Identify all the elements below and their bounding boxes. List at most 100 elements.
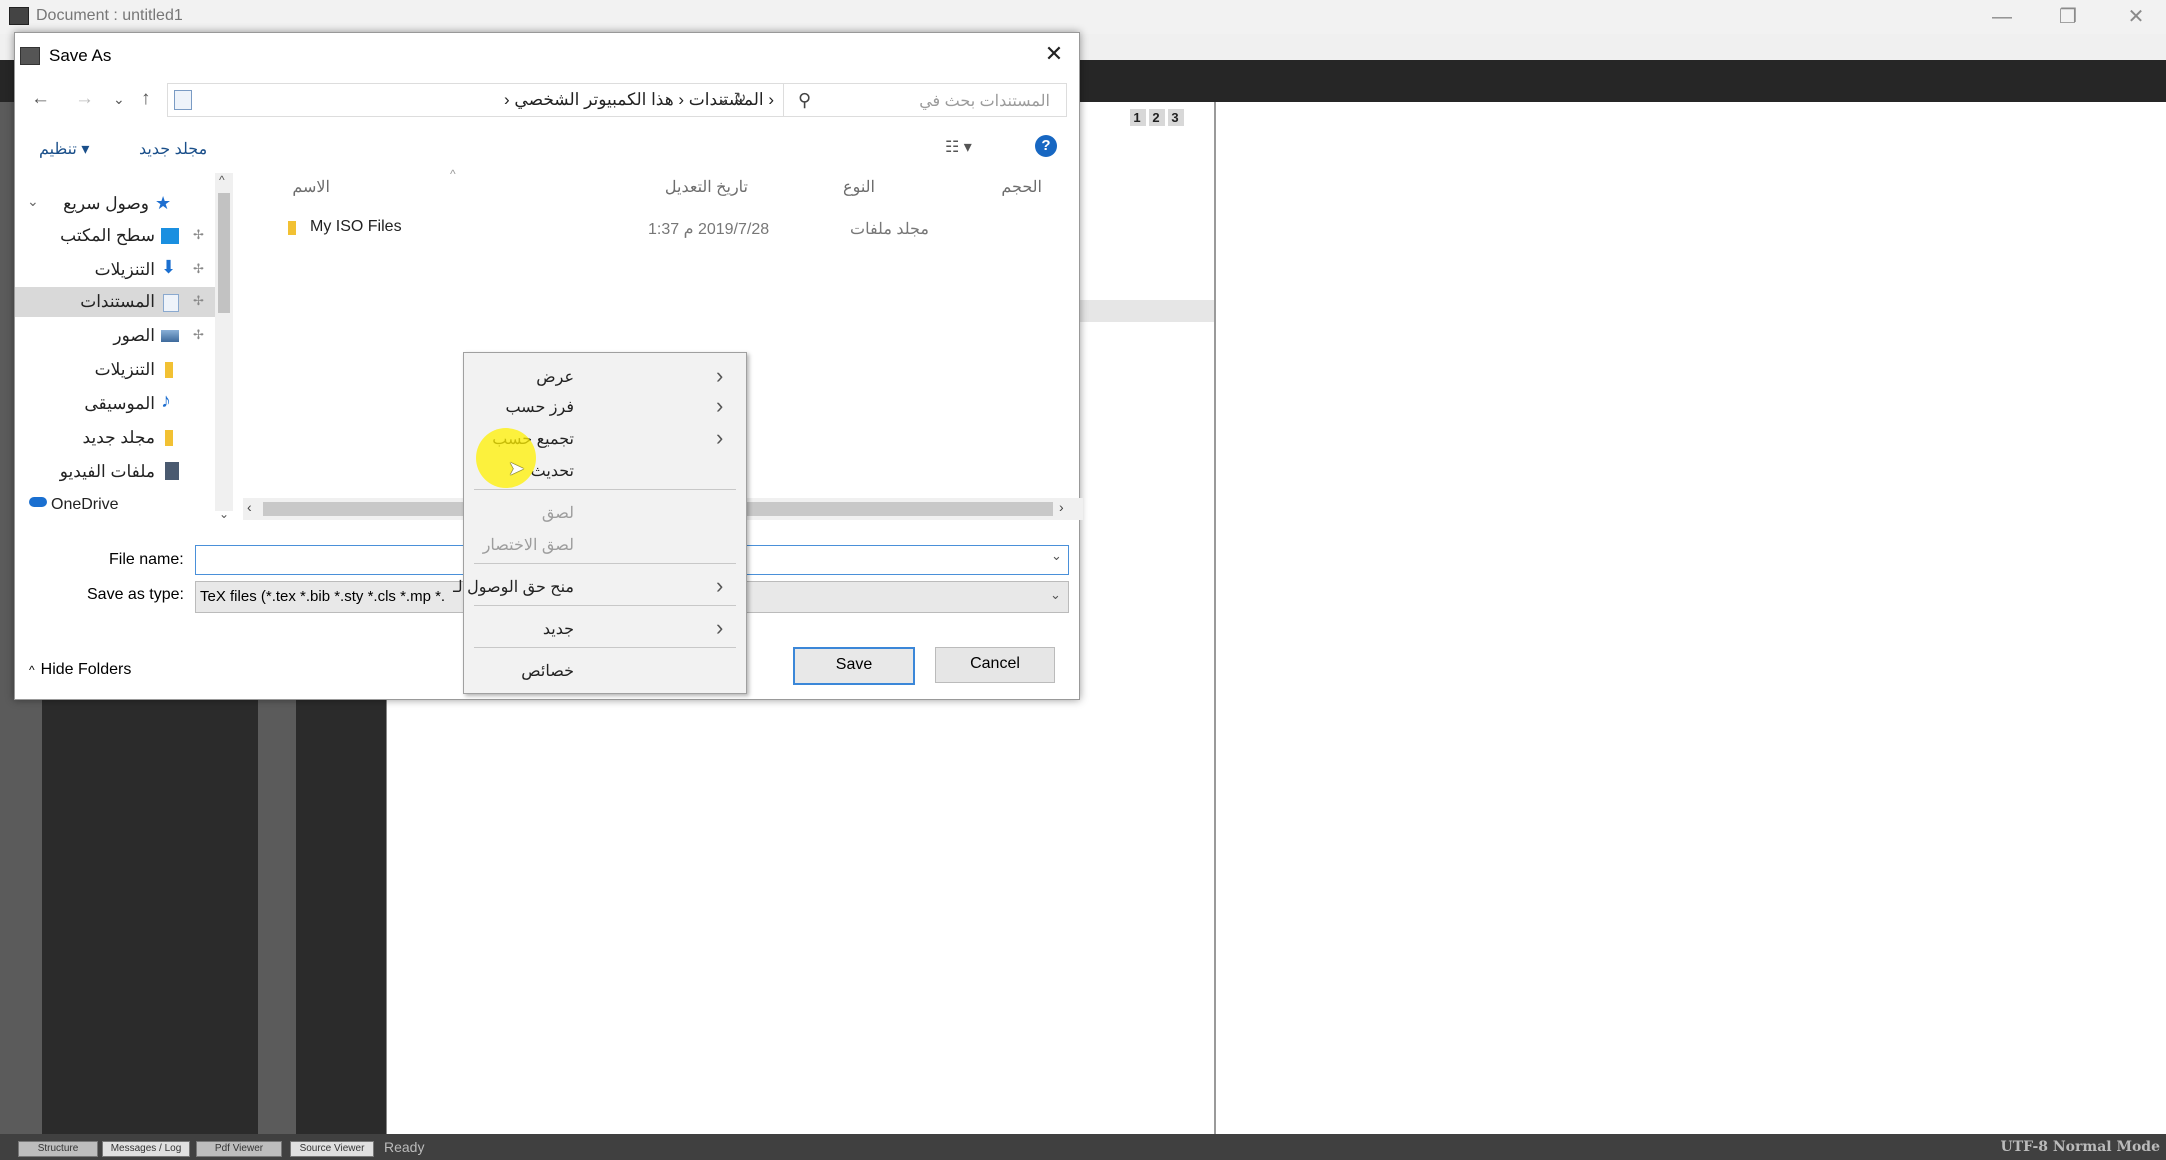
nav-item-onedrive[interactable]: OneDrive [15,491,215,513]
menu-item-label: جديد [542,621,574,638]
tab-structure[interactable]: Structure [18,1141,98,1157]
chevron-down-icon[interactable]: ⌄ [27,193,39,210]
new-folder-button[interactable]: مجلد جديد [139,139,207,159]
dialog-close-button[interactable]: ✕ [1039,39,1069,69]
pin-icon: ✢ [193,261,204,276]
pane-selector: 123 [1130,109,1187,126]
pin-icon: ✢ [193,293,204,308]
status-encoding-mode: UTF-8 Normal Mode [2000,1139,2160,1155]
pin-icon: ✢ [193,227,204,242]
nav-item-videos[interactable]: ملفات الفيديو [15,457,215,487]
tab-pdf-viewer[interactable]: Pdf Viewer [196,1141,282,1157]
video-icon [165,462,179,480]
menu-item-label: خصائص [521,663,574,680]
cancel-button[interactable]: Cancel [935,647,1055,683]
music-icon: ♪ [161,390,171,412]
column-name[interactable]: الاسم [292,177,330,197]
menu-separator [474,605,736,606]
sort-caret-icon: ^ [450,167,456,181]
nav-item-desktop[interactable]: سطح المكتب ✢ [15,221,215,251]
address-bar[interactable]: ‹ المستندات ‹ هذا الكمبيوتر الشخصي ‹ [167,83,789,117]
recent-locations-button[interactable]: ⌄ [113,91,125,108]
menu-item-label: منح حق الوصول لـ [453,579,574,596]
menu-item-new[interactable]: جديد › [464,613,746,643]
menu-item-sort-by[interactable]: فرز حسب › [464,391,746,421]
menu-item-paste: لصق [464,497,746,527]
nav-item-downloads[interactable]: التنزيلات ⬇ ✢ [15,255,215,285]
pane-1-button[interactable]: 1 [1130,109,1146,126]
chevron-right-icon: › [716,393,724,418]
menu-item-give-access[interactable]: منح حق الوصول لـ › [453,571,746,601]
chevron-down-icon[interactable]: ⌄ [1051,548,1062,564]
pane-2-button[interactable]: 2 [1149,109,1165,126]
column-size[interactable]: الحجم [1001,177,1042,197]
up-button[interactable]: ↑ [141,88,151,110]
menu-separator [474,563,736,564]
star-icon: ★ [155,193,172,213]
chevron-up-icon: ^ [29,663,35,677]
chevron-right-icon: › [716,573,724,598]
folder-icon [165,362,173,378]
close-button[interactable]: ✕ [2118,4,2154,30]
menu-item-properties[interactable]: خصائص [464,655,746,685]
search-input[interactable]: المستندات بحث في [919,91,1050,111]
chevron-right-icon: › [716,615,724,640]
nav-item-downloads-folder[interactable]: التنزيلات [15,355,215,385]
menu-item-view[interactable]: عرض › [464,361,746,391]
column-type[interactable]: النوع [843,177,875,197]
scroll-left-icon[interactable]: ‹ [247,499,252,515]
nav-item-quick-access[interactable]: وصول سريع ★ ⌄ [15,189,215,219]
nav-item-label: سطح المكتب [60,226,155,245]
nav-scrollbar-thumb[interactable] [218,193,230,313]
address-dropdown-refresh[interactable]: ⌄ ↻ [717,89,746,107]
save-button[interactable]: Save [793,647,915,685]
app-titlebar [0,0,2166,34]
file-date: 2019/7/28 م 1:37 [648,221,770,238]
nav-item-pictures[interactable]: الصور ✢ [15,321,215,351]
dialog-icon [20,47,40,65]
view-options-icon[interactable]: ☷ ▾ [945,137,972,157]
nav-item-label: المستندات [80,292,155,311]
file-list-header: الاسم تاريخ التعديل النوع الحجم ^ [240,167,1070,203]
pane-3-button[interactable]: 3 [1168,109,1184,126]
folder-icon [165,430,173,446]
tab-source-viewer[interactable]: Source Viewer [290,1141,374,1157]
menu-item-label: تحديث [530,463,574,480]
nav-item-label: مجلد جديد [82,428,155,447]
search-box[interactable]: ⚲ المستندات بحث في [783,83,1067,117]
file-row[interactable]: My ISO Files 2019/7/28 م 1:37 مجلد ملفات [240,213,1070,243]
help-icon[interactable]: ? [1035,135,1057,157]
document-icon [174,90,192,110]
menu-item-label: لصق [541,505,574,522]
column-date[interactable]: تاريخ التعديل [665,177,748,197]
status-text: Ready [384,1139,425,1155]
minimize-button[interactable]: — [1984,4,2020,30]
app-title: Document : untitled1 [36,7,183,24]
scroll-right-icon[interactable]: › [1059,499,1064,515]
pin-icon: ✢ [193,327,204,342]
file-name: My ISO Files [310,218,402,235]
scroll-up-icon[interactable]: ^ [219,173,225,187]
back-button[interactable]: ← [31,88,50,110]
nav-item-label: الصور [113,326,155,345]
scroll-down-icon[interactable]: ⌄ [219,507,229,521]
maximize-button[interactable]: ❐ [2050,4,2086,30]
tab-messages-log[interactable]: Messages / Log [102,1141,190,1157]
save-type-label: Save as type: [87,586,184,603]
nav-item-new-folder[interactable]: مجلد جديد [15,423,215,453]
menu-item-label: لصق الاختصار [482,537,574,554]
editor-current-line [1060,300,1214,322]
nav-item-label: التنزيلات [94,260,155,279]
chevron-right-icon: › [716,425,724,450]
nav-item-music[interactable]: الموسيقى ♪ [15,389,215,419]
menu-separator [474,489,736,490]
nav-item-documents[interactable]: المستندات ✢ [15,287,215,317]
hide-folders-button[interactable]: ^ Hide Folders [29,661,131,679]
cursor-highlight [476,428,536,488]
forward-button[interactable]: → [75,88,94,110]
navigation-pane: وصول سريع ★ ⌄ سطح المكتب ✢ التنزيلات ⬇ ✢… [15,173,237,557]
organize-button[interactable]: تنظيم ▾ [39,139,89,159]
download-icon: ⬇ [161,257,177,277]
search-icon: ⚲ [798,90,812,110]
document-icon [163,294,179,312]
